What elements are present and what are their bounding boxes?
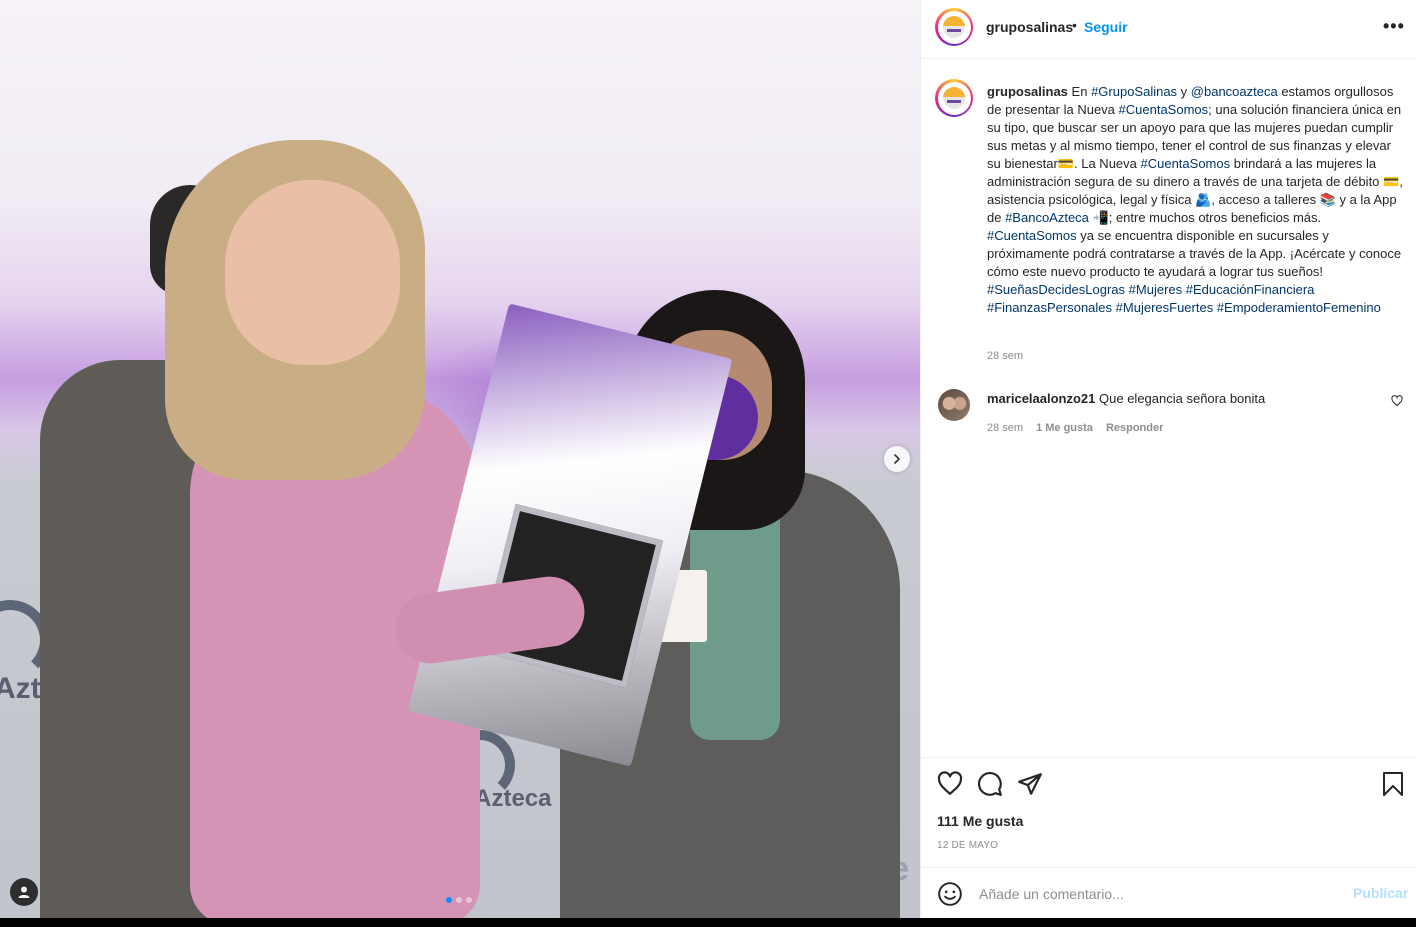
caption-body: En #GrupoSalinas y @bancoazteca estamos … xyxy=(987,84,1403,315)
post-image: Azteca a Azteca me xyxy=(0,0,920,918)
user-icon xyxy=(18,886,30,898)
caption-username[interactable]: gruposalinas xyxy=(987,84,1068,99)
comment-meta: 28 sem 1 Me gusta Responder xyxy=(987,422,1163,434)
comment-bubble-icon[interactable] xyxy=(977,771,1003,797)
separator-dot: • xyxy=(1072,17,1077,33)
hashtag-link[interactable]: #Mujeres xyxy=(1129,282,1182,297)
hashtag-link[interactable]: #MujeresFuertes xyxy=(1116,300,1214,315)
more-options-icon[interactable]: ••• xyxy=(1383,16,1405,37)
hashtag-link[interactable]: #CuentaSomos xyxy=(1119,102,1209,117)
chevron-right-icon xyxy=(894,454,900,464)
author-username[interactable]: gruposalinas xyxy=(986,19,1073,35)
carousel-next-button[interactable] xyxy=(884,446,910,472)
hashtag-link[interactable]: #CuentaSomos xyxy=(987,228,1077,243)
caption-timestamp[interactable]: 28 sem xyxy=(987,350,1023,362)
hashtag-link[interactable]: #GrupoSalinas xyxy=(1091,84,1177,99)
caption-text: gruposalinas En #GrupoSalinas y @bancoaz… xyxy=(987,83,1403,317)
comment-timestamp[interactable]: 28 sem xyxy=(987,422,1023,434)
hashtag-link[interactable]: #EducaciónFinanciera xyxy=(1186,282,1315,297)
carousel-dot xyxy=(466,897,472,903)
commenter-avatar[interactable] xyxy=(938,389,970,421)
share-paper-plane-icon[interactable] xyxy=(1017,771,1043,797)
post-date[interactable]: 12 DE MAYO xyxy=(937,840,998,851)
comment-input[interactable] xyxy=(977,883,1341,905)
like-heart-icon[interactable] xyxy=(937,771,963,797)
reply-button[interactable]: Responder xyxy=(1106,422,1163,434)
commenter-username[interactable]: maricelaalonzo21 xyxy=(987,391,1095,406)
tagged-users-button[interactable] xyxy=(10,878,38,906)
caption-author-avatar[interactable] xyxy=(935,79,973,117)
carousel-indicator xyxy=(446,897,472,903)
add-comment-bar: Publicar xyxy=(921,867,1416,919)
comment-likes-count[interactable]: 1 Me gusta xyxy=(1036,422,1093,434)
emoji-icon[interactable] xyxy=(937,881,963,907)
post-comment-button[interactable]: Publicar xyxy=(1353,885,1408,901)
mention-link[interactable]: @bancoazteca xyxy=(1191,84,1278,99)
hashtag-link[interactable]: #EmpoderamientoFemenino xyxy=(1217,300,1381,315)
hashtag-link[interactable]: #CuentaSomos xyxy=(1141,156,1231,171)
post-header: gruposalinas • Seguir ••• xyxy=(921,0,1416,59)
carousel-dot xyxy=(456,897,462,903)
comment-like-heart-icon[interactable] xyxy=(1391,395,1403,407)
carousel-dot xyxy=(446,897,452,903)
hashtag-link[interactable]: #FinanzasPersonales xyxy=(987,300,1112,315)
woman-smiling-face xyxy=(225,180,400,365)
comment-body: Que elegancia señora bonita xyxy=(1099,391,1266,406)
comment-text: maricelaalonzo21 Que elegancia señora bo… xyxy=(987,390,1387,408)
save-bookmark-icon[interactable] xyxy=(1381,771,1405,797)
post-sidebar: gruposalinas • Seguir ••• gruposalinas E… xyxy=(920,0,1416,918)
hashtag-link[interactable]: #BancoAzteca xyxy=(1005,210,1089,225)
hashtag-link[interactable]: #SueñasDecidesLogras xyxy=(987,282,1125,297)
author-avatar[interactable] xyxy=(935,8,973,46)
likes-count[interactable]: 111 Me gusta xyxy=(937,813,1023,829)
post-actions: 111 Me gusta 12 DE MAYO xyxy=(921,757,1416,868)
follow-button[interactable]: Seguir xyxy=(1084,19,1128,35)
